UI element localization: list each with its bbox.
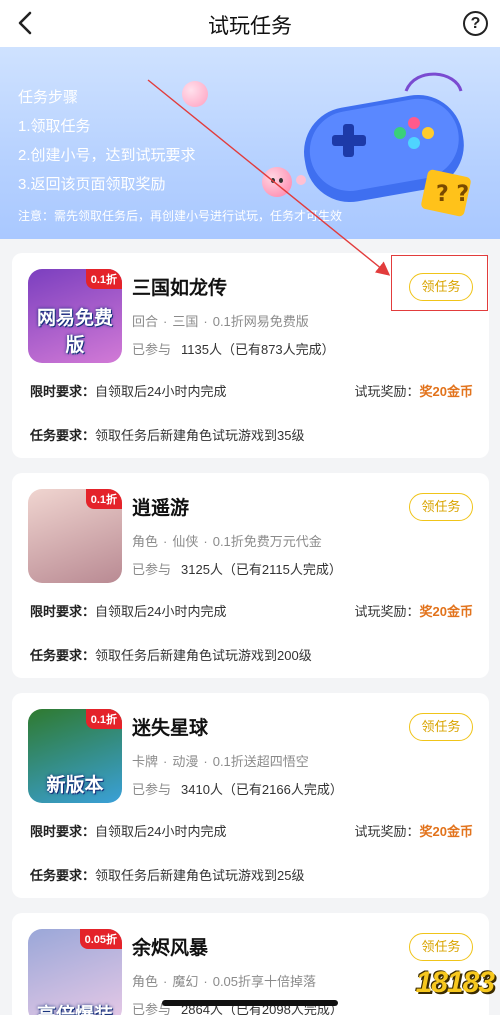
page-title: 试玩任务 xyxy=(208,15,292,38)
time-limit: 限时要求：自领取后24小时内完成 xyxy=(30,384,227,399)
site-watermark-logo: 18183 xyxy=(415,966,495,999)
step-1: 1.领取任务 xyxy=(18,118,91,135)
gamepad-illustration: ? ? xyxy=(304,72,471,217)
claim-task-button[interactable]: 领任务 xyxy=(409,493,473,521)
annotation-highlight-box xyxy=(391,255,488,311)
tag: 卡牌 xyxy=(132,754,159,769)
trial-reward: 试玩奖励：奖20金币 xyxy=(354,604,473,619)
task-steps: 任务步骤 1.领取任务 2.创建小号，达到试玩要求 3.返回该页面领取奖励 xyxy=(18,83,196,199)
task-card: 0.1折 新版本 迷失星球 卡牌 · 动漫 · 0.1折送超四悟空 已参与 3410人（已… xyxy=(12,693,489,898)
game-icon[interactable]: 0.1折 xyxy=(28,489,122,583)
game-tags: 卡牌 · 动漫 · 0.1折送超四悟空 xyxy=(132,754,309,769)
decor-bubble xyxy=(182,81,208,107)
tag: 0.1折网易免费版 xyxy=(212,314,309,329)
time-limit: 限时要求：自领取后24小时内完成 xyxy=(30,824,227,839)
tag: 角色 xyxy=(132,534,159,549)
discount-badge: 0.1折 xyxy=(85,269,122,289)
game-name: 逍遥游 xyxy=(132,498,190,519)
icon-caption: 高倍爆装 xyxy=(28,1000,122,1015)
tag: 回合 xyxy=(132,314,159,329)
tag: 动漫 xyxy=(172,754,199,769)
game-name: 三国如龙传 xyxy=(132,278,228,299)
game-tags: 角色 · 仙侠 · 0.1折免费万元代金 xyxy=(132,534,322,549)
tag: 仙侠 xyxy=(172,534,199,549)
task-card: 0.1折 逍遥游 角色 · 仙侠 · 0.1折免费万元代金 已参与 3125人（已有211… xyxy=(12,473,489,678)
task-requirement: 任务要求：领取任务后新建角色试玩游戏到25级 xyxy=(30,868,305,883)
task-steps-banner: 任务步骤 1.领取任务 2.创建小号，达到试玩要求 3.返回该页面领取奖励 注意… xyxy=(0,47,500,239)
time-limit: 限时要求：自领取后24小时内完成 xyxy=(30,604,227,619)
game-name: 迷失星球 xyxy=(132,718,209,739)
game-tags: 回合 · 三国 · 0.1折网易免费版 xyxy=(132,314,309,329)
discount-badge: 0.1折 xyxy=(85,489,122,509)
game-tags: 角色 · 魔幻 · 0.05折享十倍掉落 xyxy=(132,974,317,989)
tag: 魔幻 xyxy=(172,974,199,989)
help-icon[interactable]: ? xyxy=(463,11,488,36)
participation-count: 已参与 3125人（已有2115人完成） xyxy=(132,562,342,577)
trial-reward: 试玩奖励：奖20金币 xyxy=(354,384,473,399)
participation-count: 已参与 1135人（已有873人完成） xyxy=(132,342,335,357)
decor-bubble-face xyxy=(262,167,292,197)
steps-title: 任务步骤 xyxy=(18,89,79,106)
task-requirement: 任务要求：领取任务后新建角色试玩游戏到35级 xyxy=(30,428,305,443)
tag: 三国 xyxy=(172,314,199,329)
game-icon[interactable]: 0.1折 新版本 xyxy=(28,709,122,803)
game-icon[interactable]: 0.05折 高倍爆装 xyxy=(28,929,122,1015)
discount-badge: 0.1折 xyxy=(85,709,122,729)
step-2: 2.创建小号，达到试玩要求 xyxy=(18,147,196,164)
tag: 角色 xyxy=(132,974,159,989)
game-icon[interactable]: 0.1折 网易免费版 xyxy=(28,269,122,363)
svg-text:? ?: ? ? xyxy=(436,182,469,207)
claim-task-button[interactable]: 领任务 xyxy=(409,713,473,741)
task-requirement: 任务要求：领取任务后新建角色试玩游戏到200级 xyxy=(30,648,312,663)
banner-notice: 注意：需先领取任务后，再创建小号进行试玩，任务才可生效 xyxy=(18,209,343,223)
game-name: 余烬风暴 xyxy=(132,938,209,959)
tag: 0.1折送超四悟空 xyxy=(212,754,309,769)
discount-badge: 0.05折 xyxy=(79,929,122,949)
trial-reward: 试玩奖励：奖20金币 xyxy=(354,824,473,839)
participation-count: 已参与 3410人（已有2166人完成） xyxy=(132,782,343,797)
icon-caption: 新版本 xyxy=(46,775,104,796)
step-3: 3.返回该页面领取奖励 xyxy=(18,176,166,193)
tag: 0.1折免费万元代金 xyxy=(212,534,322,549)
nav-bar: 试玩任务 ? xyxy=(0,0,500,47)
icon-caption: 网易免费版 xyxy=(36,308,113,356)
home-indicator[interactable] xyxy=(162,1000,338,1006)
tag: 0.05折享十倍掉落 xyxy=(212,974,317,989)
claim-task-button[interactable]: 领任务 xyxy=(409,933,473,961)
